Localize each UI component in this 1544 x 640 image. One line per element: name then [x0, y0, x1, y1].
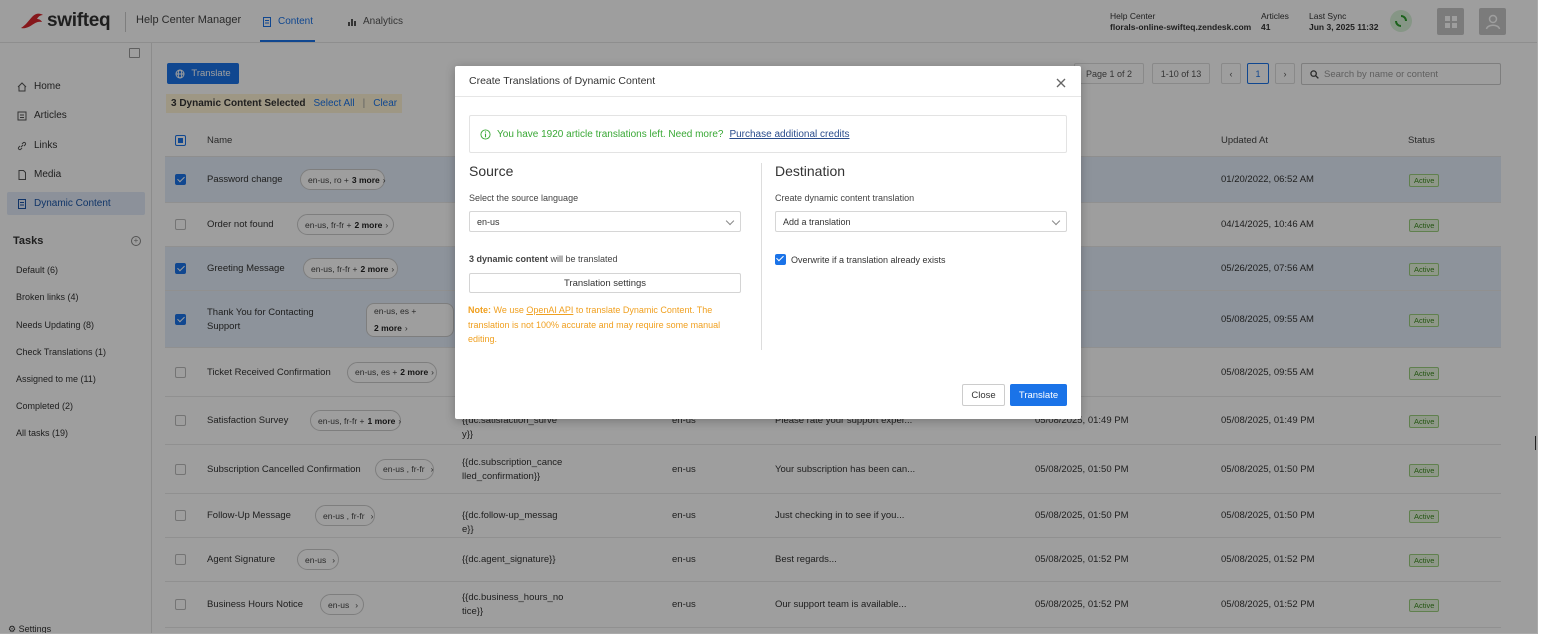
translation-dialog: Create Translations of Dynamic Content Y… [455, 66, 1081, 419]
credits-text: You have 1920 article translations left.… [497, 128, 724, 140]
destination-label: Create dynamic content translation [775, 193, 915, 203]
translate-count: 3 dynamic content will be translated [469, 254, 618, 264]
dialog-divider [455, 96, 1081, 97]
overwrite-checkbox[interactable] [775, 254, 786, 265]
close-icon[interactable] [1055, 77, 1067, 89]
translate-button-label: Translate [1018, 389, 1059, 401]
credits-info: You have 1920 article translations left.… [469, 115, 1067, 153]
destination-language-select[interactable]: Add a translation [775, 211, 1067, 232]
column-divider [761, 163, 762, 350]
chevron-down-icon [1051, 216, 1061, 226]
overwrite-option[interactable]: Overwrite if a translation already exist… [775, 254, 946, 265]
source-language-select[interactable]: en-us [469, 211, 741, 232]
translate-button[interactable]: Translate [1010, 384, 1067, 406]
openai-api-link[interactable]: OpenAI API [526, 305, 573, 315]
dialog-title: Create Translations of Dynamic Content [469, 75, 656, 87]
info-icon [480, 128, 491, 140]
close-button[interactable]: Close [962, 384, 1005, 406]
source-language-label: Select the source language [469, 193, 579, 203]
source-heading: Source [469, 163, 514, 179]
translation-note: Note: We use OpenAI API to translate Dyn… [468, 303, 736, 347]
translation-settings-button[interactable]: Translation settings [469, 273, 741, 293]
translate-count-bold: 3 dynamic content [469, 254, 549, 264]
note-key: Note: [468, 305, 494, 315]
translation-settings-label: Translation settings [563, 277, 647, 289]
destination-placeholder: Add a translation [783, 216, 851, 227]
close-button-label: Close [971, 389, 996, 401]
translate-count-rest: will be translated [548, 254, 618, 264]
purchase-credits-link[interactable]: Purchase additional credits [729, 129, 849, 140]
source-language-value: en-us [477, 216, 500, 227]
text-cursor [1535, 436, 1536, 450]
overwrite-label: Overwrite if a translation already exist… [791, 254, 946, 265]
note-pre: We use [493, 305, 527, 315]
destination-heading: Destination [775, 163, 846, 179]
app-window: swifteq Help Center Manager Content Anal… [0, 0, 1538, 634]
chevron-down-icon [725, 216, 735, 226]
